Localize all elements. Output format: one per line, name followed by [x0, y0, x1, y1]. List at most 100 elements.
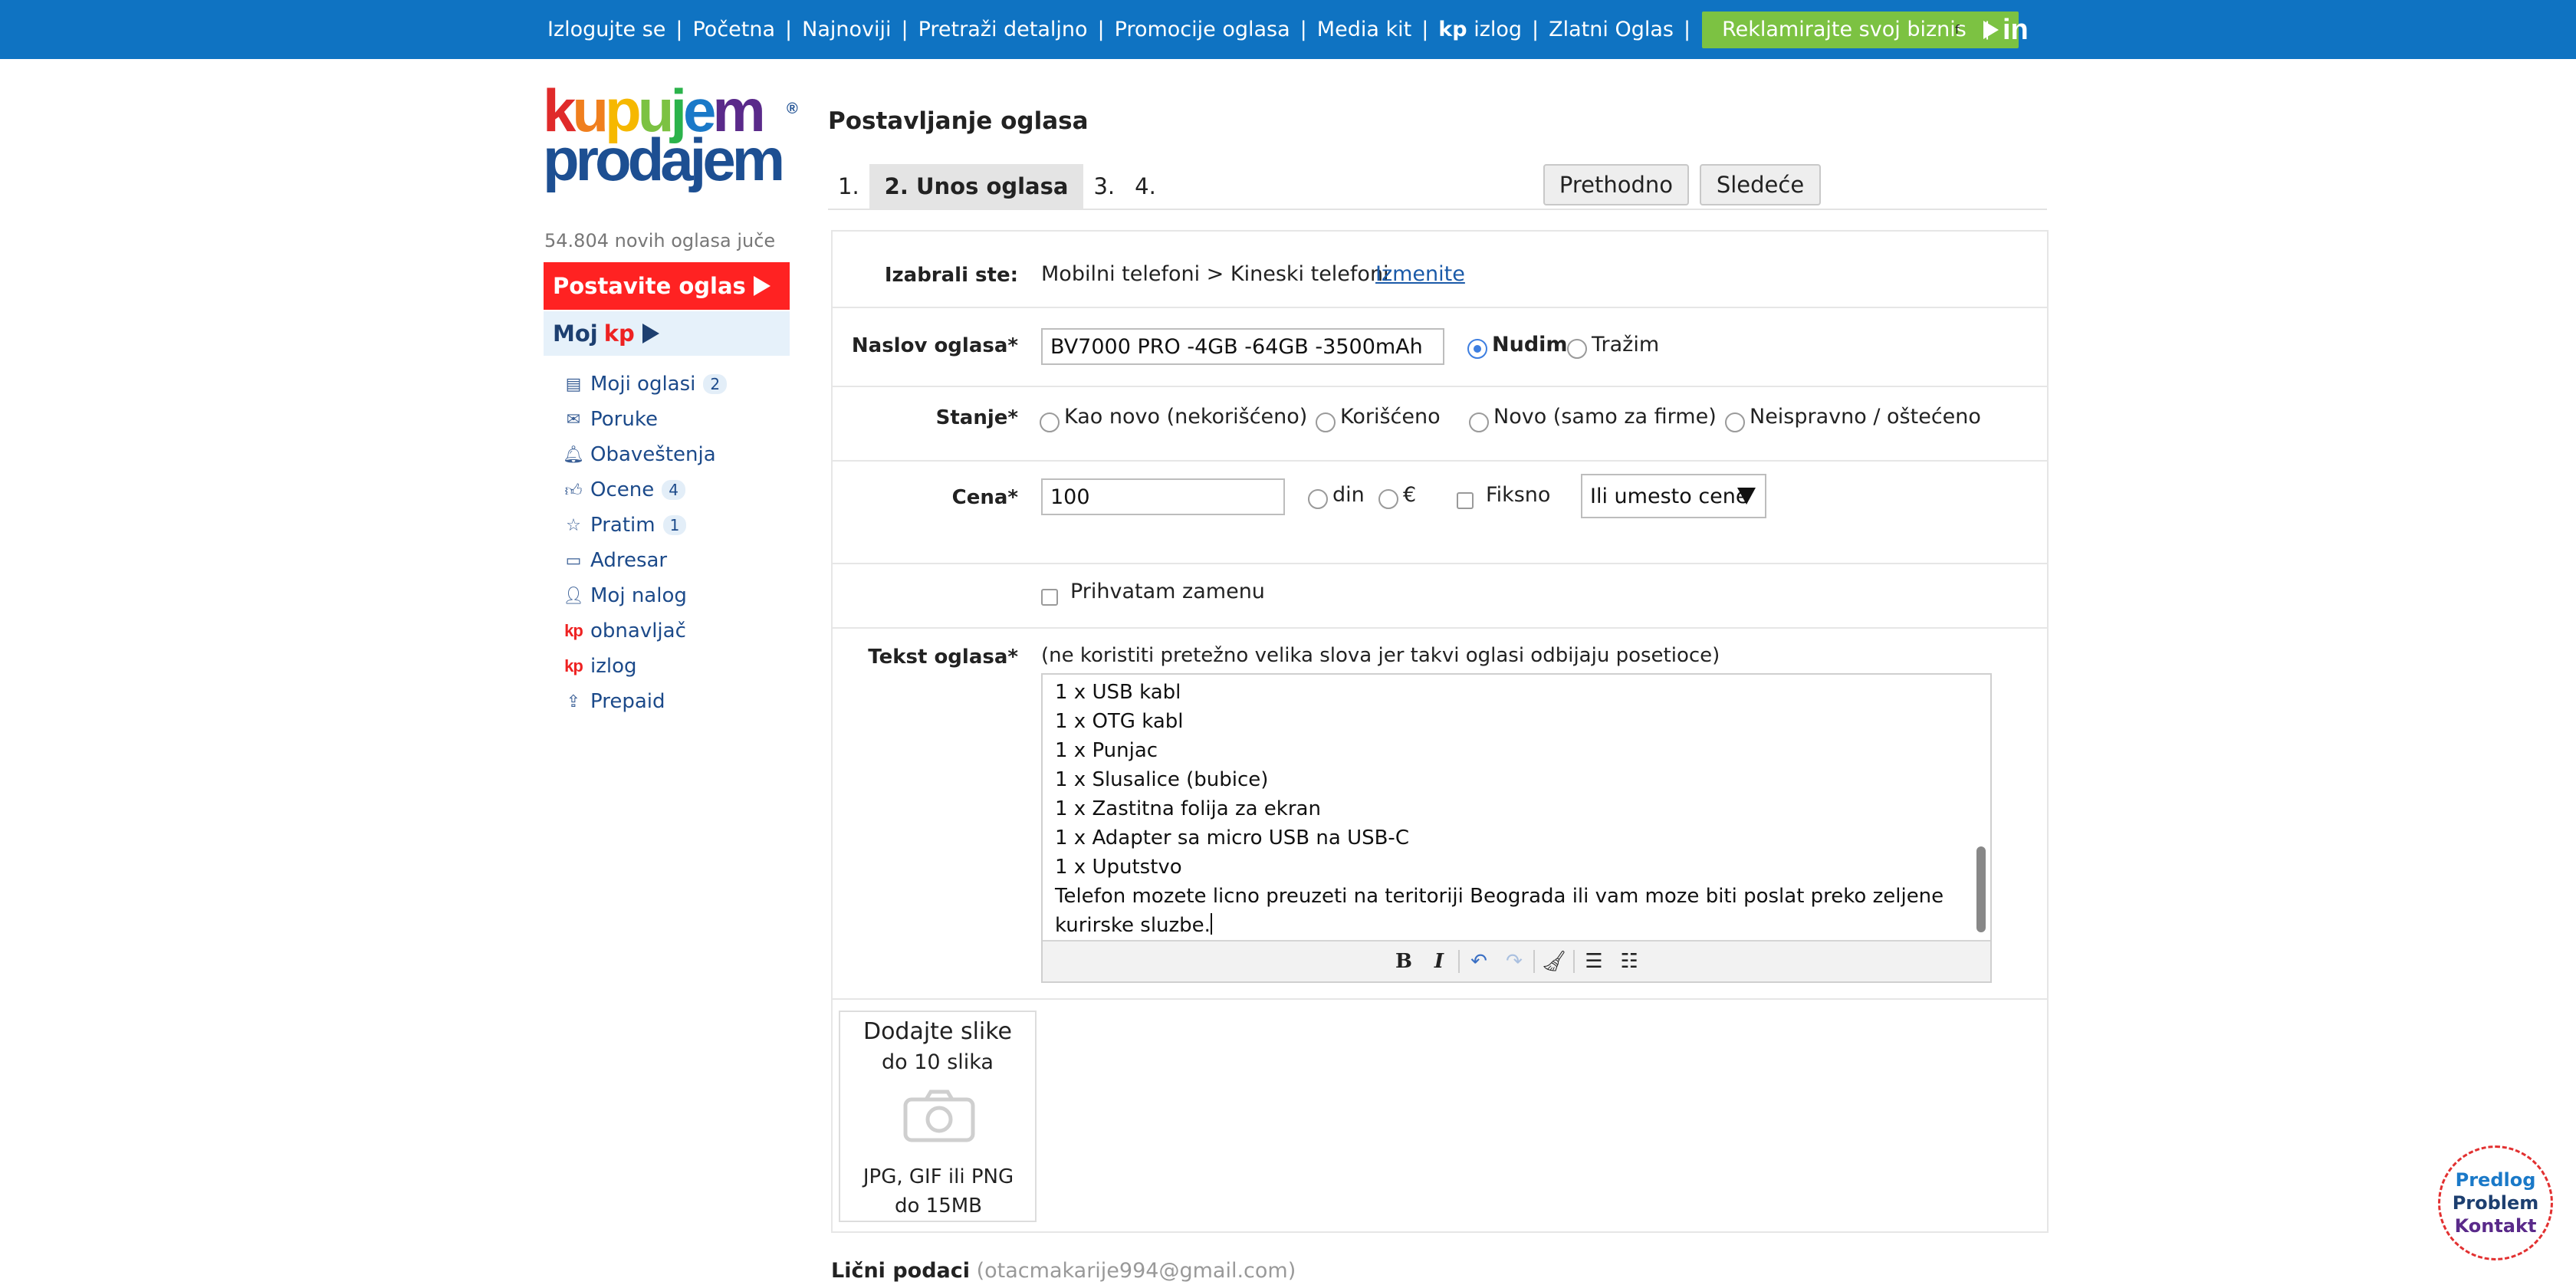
kupujem-prodajem-logo[interactable]: kupujem prodajem ® [543, 81, 798, 193]
count-badge: 1 [662, 515, 687, 535]
dropdown-arrow-icon [1737, 488, 1756, 504]
row-divider [833, 563, 2047, 564]
row-divider [833, 460, 2047, 462]
currency-din-label: din [1332, 483, 1365, 507]
steps-divider [828, 209, 2047, 210]
ad-text-content[interactable]: 1 x USB kabl 1 x OTG kabl 1 x Punjac 1 x Sl… [1055, 678, 1967, 940]
previous-button[interactable]: Prethodno [1543, 164, 1689, 205]
menu-item-prepaid[interactable]: ⇪ Prepaid [563, 684, 793, 719]
ad-text-line: 1 x Slusalice (bubice) [1055, 768, 1269, 791]
currency-eur-radio[interactable] [1378, 489, 1398, 509]
feedback-problem: Problem [2452, 1192, 2539, 1214]
count-badge: 4 [662, 480, 685, 500]
condition-radio-like-new[interactable] [1040, 412, 1060, 432]
add-photos-title: Dodajte slike [863, 1018, 1013, 1045]
account-menu: ▤ Moji oglasi 2 ✉ Poruke 🔔︎ Obaveštenja 👍︎ Ocene… [563, 366, 793, 719]
text-caret [1210, 913, 1212, 935]
change-category-link[interactable]: Izmenite [1375, 262, 1465, 286]
user-icon: 👤︎ [563, 586, 584, 606]
price-alternative-select[interactable]: Ili umesto cene [1581, 474, 1766, 518]
condition-radio-used[interactable] [1316, 412, 1336, 432]
currency-din-radio[interactable] [1308, 489, 1328, 509]
new-ads-count: 54.804 novih oglasa juče [544, 230, 776, 251]
menu-item-izlog[interactable]: kp izlog [563, 649, 793, 684]
offer-radio[interactable] [1467, 339, 1487, 359]
step-4[interactable]: 4. [1125, 164, 1166, 209]
count-badge: 2 [703, 374, 728, 394]
condition-radio-damaged[interactable] [1725, 412, 1745, 432]
messages-icon: ✉ [566, 409, 581, 429]
add-photos-box[interactable]: Dodajte slike do 10 slika JPG, GIF ili P… [839, 1011, 1037, 1222]
social-separator: | [1984, 18, 1991, 40]
row-divider [833, 627, 2047, 629]
next-button[interactable]: Sledeće [1700, 164, 1821, 205]
menu-item-label: Moj nalog [590, 584, 687, 607]
clear-format-icon[interactable]: 🧹︎ [1536, 945, 1572, 978]
nav-zlatni-oglas[interactable]: Zlatni Oglas [1549, 18, 1674, 41]
kp-icon: kp [564, 621, 583, 640]
nav-kp-izlog[interactable]: kp izlog [1438, 18, 1522, 41]
redo-icon[interactable]: ↷ [1497, 945, 1532, 978]
row-divider [833, 307, 2047, 308]
bulleted-list-icon[interactable]: ☰ [1576, 945, 1612, 978]
menu-item-label: Prepaid [590, 690, 665, 713]
personal-data-section: Lični podaci (otacmakarije994@gmail.com) [831, 1259, 1296, 1283]
nav-home[interactable]: Početna [692, 18, 775, 41]
star-icon: ☆ [566, 515, 581, 535]
menu-item-ocene[interactable]: 👍︎ Ocene 4 [563, 472, 793, 508]
menu-item-label: Poruke [590, 408, 658, 431]
linkedin-icon[interactable]: in [2003, 14, 2029, 47]
prepaid-icon: ⇪ [566, 692, 581, 712]
italic-button[interactable]: I [1421, 945, 1457, 978]
post-ad-button[interactable]: Postavite oglas [544, 262, 790, 310]
row-divider [833, 386, 2047, 387]
seek-radio[interactable] [1567, 339, 1587, 359]
ad-text-editor[interactable]: 1 x USB kabl 1 x OTG kabl 1 x Punjac 1 x Sl… [1041, 673, 1992, 983]
ad-text-hint: (ne koristiti pretežno velika slova jer … [1041, 644, 1720, 667]
fixed-price-checkbox[interactable] [1457, 492, 1474, 509]
feedback-suggestion: Predlog [2455, 1169, 2536, 1191]
step-3[interactable]: 3. [1083, 164, 1125, 209]
ad-text-line: 1 x USB kabl [1055, 681, 1181, 704]
row-divider [833, 998, 2047, 1000]
title-label: Naslov oglasa* [851, 334, 1018, 357]
nav-promotions[interactable]: Promocije oglasa [1115, 18, 1290, 41]
undo-icon[interactable]: ↶ [1461, 945, 1497, 978]
top-bar: Izlogujte se | Početna | Najnoviji | Pretra… [0, 0, 2576, 59]
condition-new-label: Novo (samo za firme) [1493, 405, 1717, 429]
nav-newest[interactable]: Najnoviji [802, 18, 891, 41]
ad-title-input[interactable]: BV7000 PRO -4GB -64GB -3500mAh [1041, 328, 1444, 365]
registered-mark: ® [787, 100, 798, 117]
step-2-active[interactable]: 2. Unos oglasa [869, 164, 1084, 209]
nav-logout[interactable]: Izlogujte se [547, 18, 665, 41]
editor-scrollbar[interactable] [1976, 846, 1986, 932]
menu-item-obave-tenja[interactable]: 🔔︎ Obaveštenja [563, 437, 793, 472]
nav-advanced-search[interactable]: Pretraži detaljno [918, 18, 1088, 41]
ad-text-line: Telefon mozete licno preuzeti na teritor… [1055, 885, 1944, 937]
condition-radio-new[interactable] [1469, 412, 1489, 432]
step-1[interactable]: 1. [828, 164, 869, 209]
menu-item-poruke[interactable]: ✉ Poruke [563, 402, 793, 437]
facebook-icon[interactable]: f [1955, 0, 1960, 59]
menu-item-obnavlja[interactable]: kp obnavljač [563, 613, 793, 649]
photo-format-info: JPG, GIF ili PNG do 15MB [863, 1165, 1014, 1218]
menu-item-pratim[interactable]: ☆ Pratim 1 [563, 508, 793, 543]
advertise-business-button[interactable]: Reklamirajte svoj biznis [1702, 11, 2019, 48]
condition-label: Stanje* [935, 406, 1018, 429]
numbered-list-icon[interactable]: ☷ [1612, 945, 1647, 978]
nav-media-kit[interactable]: Media kit [1317, 18, 1411, 41]
accept-exchange-checkbox[interactable] [1041, 589, 1058, 606]
menu-item-adresar[interactable]: ▭ Adresar [563, 543, 793, 578]
price-input[interactable]: 100 [1041, 478, 1285, 515]
play-icon [642, 324, 659, 343]
menu-item-moji-oglasi[interactable]: ▤ Moji oglasi 2 [563, 366, 793, 402]
seek-radio-label: Tražim [1592, 333, 1660, 357]
logo-line-2: prodajem [543, 126, 785, 193]
menu-item-moj-nalog[interactable]: 👤︎ Moj nalog [563, 578, 793, 613]
editor-toolbar: B I ↶ ↷ 🧹︎ ☰ ☷ [1043, 940, 1990, 981]
page-title: Postavljanje oglasa [828, 107, 1089, 135]
bold-button[interactable]: B [1386, 945, 1421, 978]
feedback-widget[interactable]: Predlog Problem Kontakt [2438, 1145, 2553, 1260]
moj-kp-header[interactable]: Moj kp [544, 311, 790, 356]
ad-text-line: 1 x Punjac [1055, 739, 1158, 762]
